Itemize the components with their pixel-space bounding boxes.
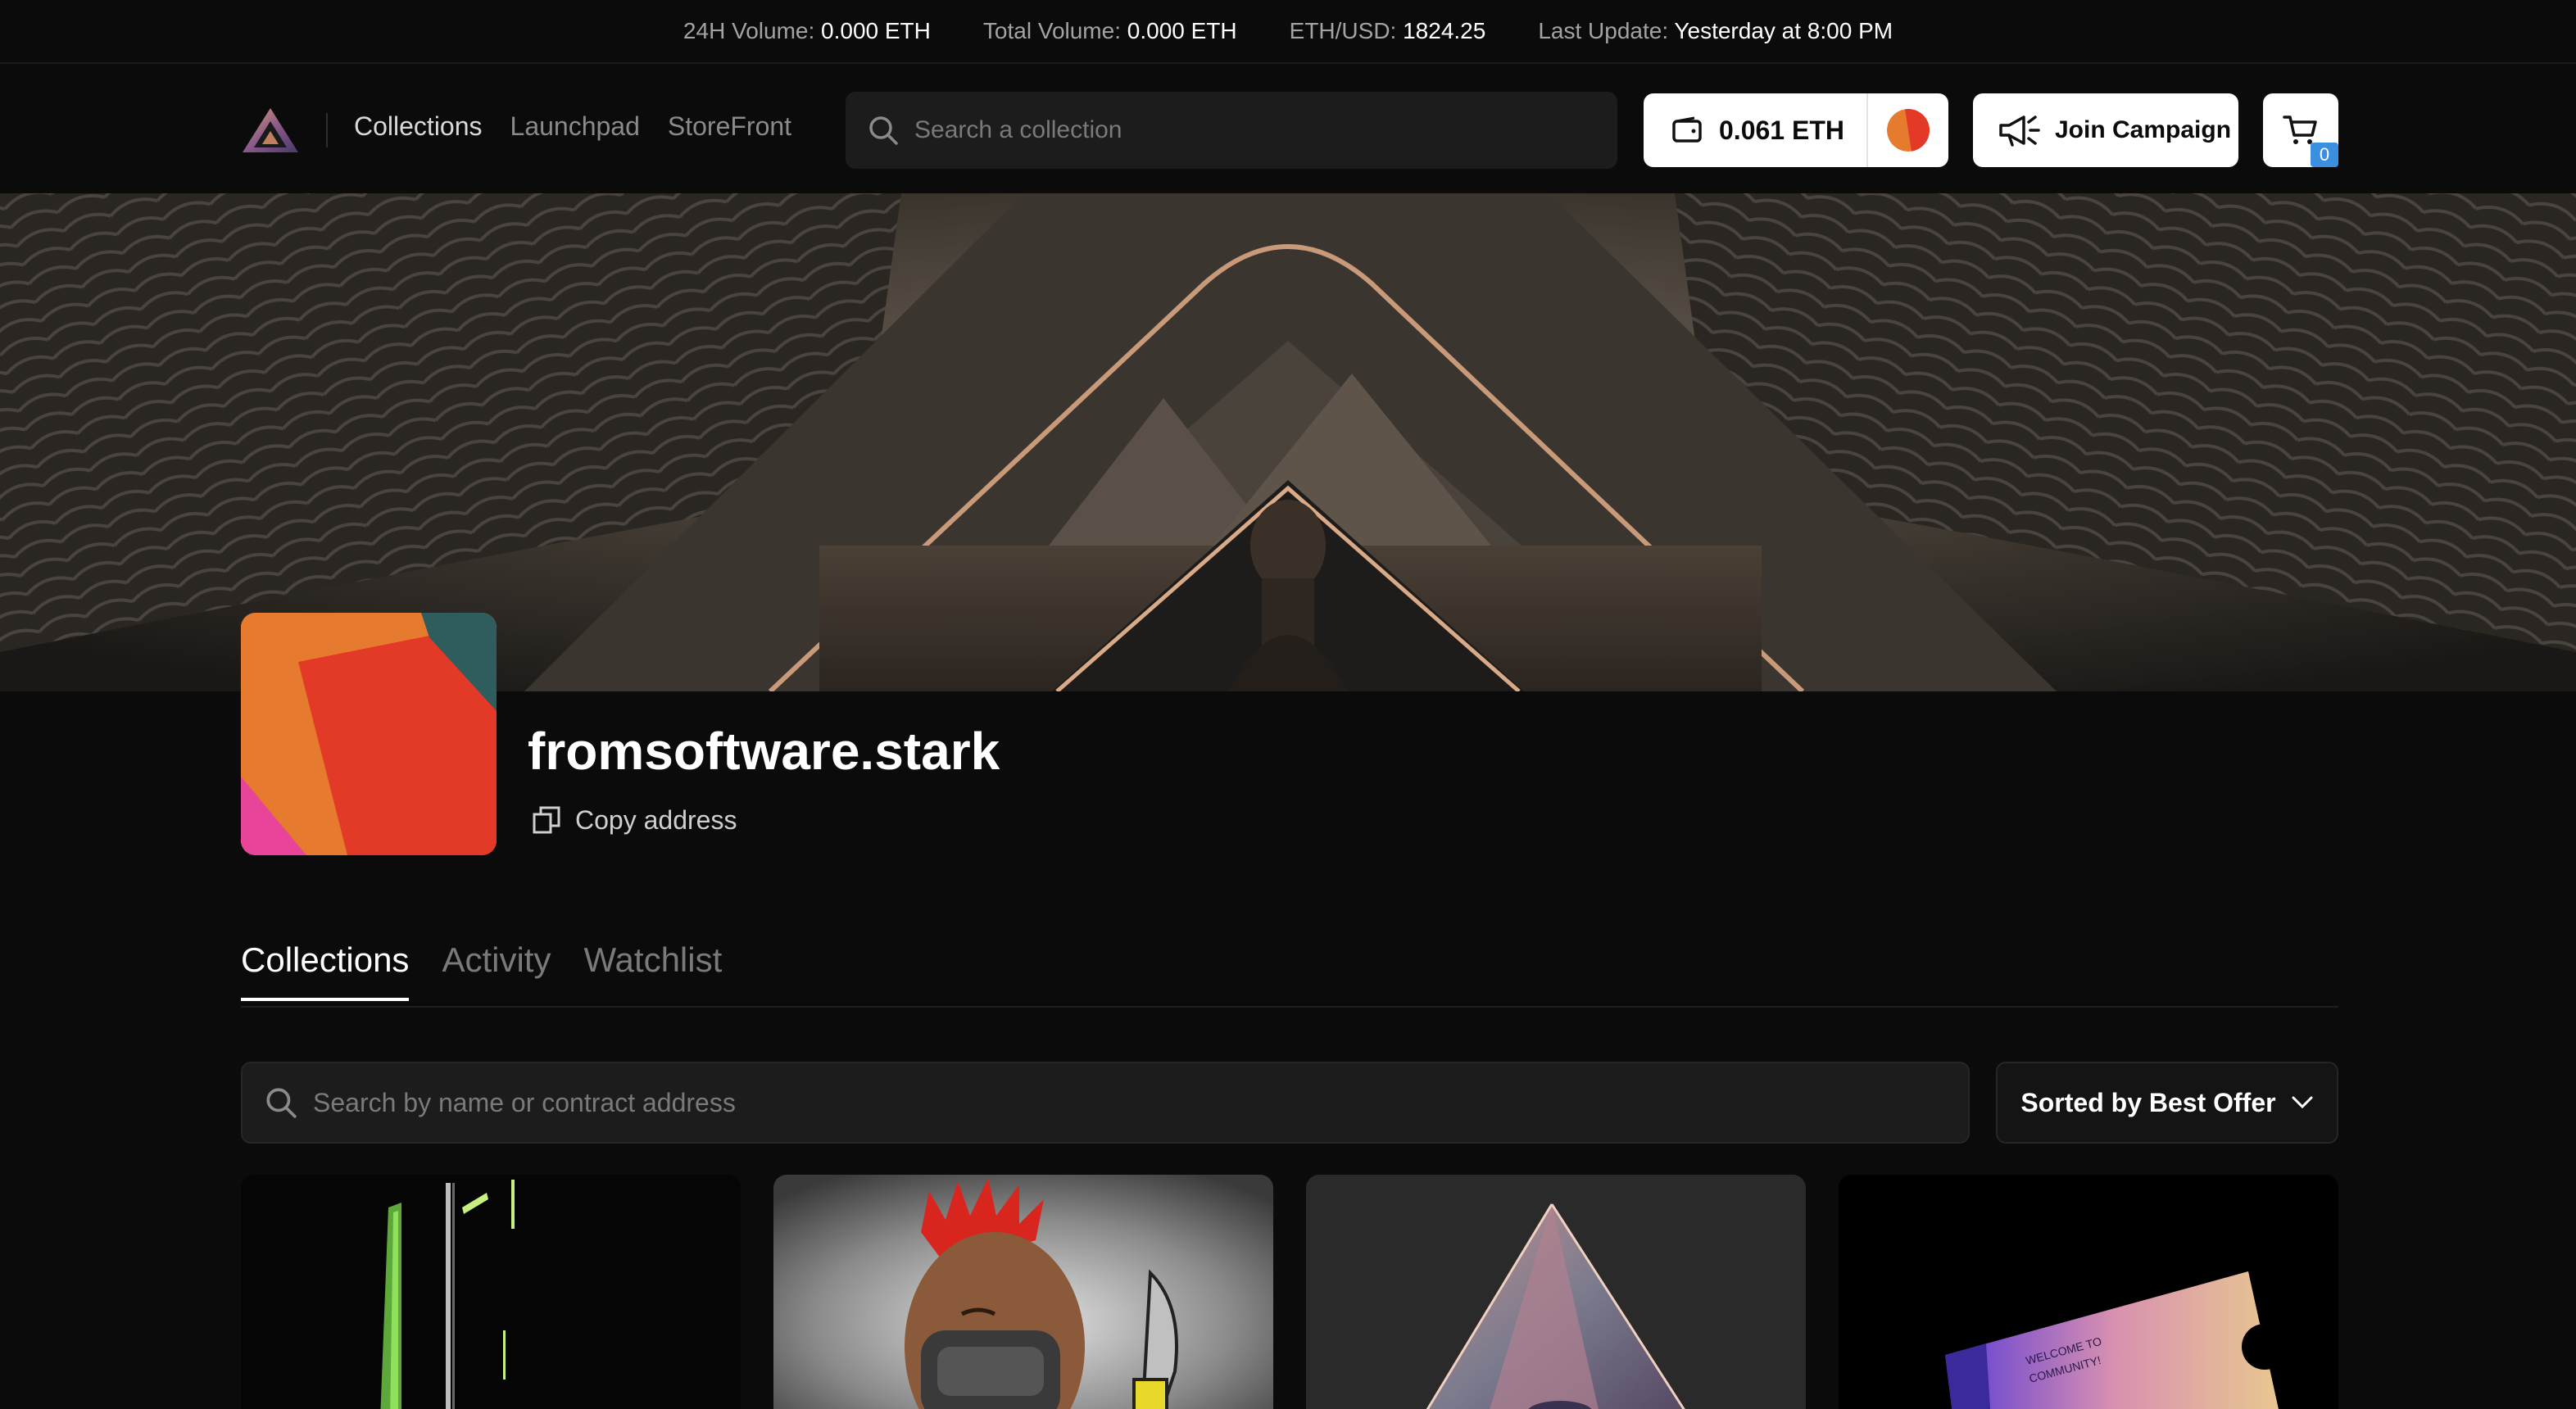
copy-address-button[interactable]: Copy address: [531, 804, 737, 836]
search-placeholder: Search by name or contract address: [313, 1087, 736, 1117]
chevron-down-icon: [2292, 1096, 2313, 1109]
ticker-last-update: Last Update: Yesterday at 8:00 PM: [1538, 18, 1893, 44]
wallet-balance-text: 0.061 ETH: [1719, 115, 1844, 145]
wallet-balance[interactable]: 0.061 ETH: [1644, 116, 1866, 146]
profile-avatar: [241, 613, 497, 855]
cart-count-badge: 0: [2311, 143, 2338, 167]
join-campaign-label: Join Campaign: [2055, 116, 2232, 143]
top-navigation-bar: Collections Launchpad StoreFront Search …: [0, 66, 2576, 193]
ticker-value: 0.000 ETH: [821, 18, 931, 43]
collection-search-input[interactable]: Search a collection: [846, 92, 1617, 169]
tab-activity[interactable]: Activity: [442, 940, 551, 1001]
pyramid-logo-icon: [243, 108, 298, 152]
wallet-button[interactable]: 0.061 ETH: [1644, 93, 1948, 167]
divider: [241, 1006, 2338, 1008]
search-icon: [869, 116, 898, 145]
search-icon: [266, 1088, 297, 1118]
ticker-value: 1824.25: [1403, 18, 1486, 43]
user-avatar: [1887, 109, 1930, 152]
market-ticker-bar: 24H Volume: 0.000 ETH Total Volume: 0.00…: [0, 0, 2576, 64]
collection-card[interactable]: WELCOME TO COMMUNITY!: [1839, 1175, 2338, 1409]
divider: [326, 113, 328, 147]
green-blade-art: [241, 1175, 741, 1409]
tab-watchlist[interactable]: Watchlist: [583, 940, 722, 1001]
ticker-24h-volume: 24H Volume: 0.000 ETH: [683, 18, 931, 44]
abstract-avatar-art: [241, 613, 497, 855]
ticker-value: 0.000 ETH: [1127, 18, 1237, 43]
main-nav: Collections Launchpad StoreFront: [354, 111, 791, 142]
ticker-label: Last Update:: [1538, 18, 1669, 43]
cart-button[interactable]: 0: [2263, 93, 2338, 167]
ticker-total-volume: Total Volume: 0.000 ETH: [983, 18, 1237, 44]
sort-label: Sorted by Best Offer: [2020, 1087, 2276, 1117]
copy-icon: [533, 806, 560, 834]
megaphone-icon: [1999, 116, 2040, 147]
sort-dropdown[interactable]: Sorted by Best Offer: [1996, 1062, 2338, 1144]
nav-item-launchpad[interactable]: Launchpad: [510, 111, 640, 142]
search-placeholder: Search a collection: [914, 116, 1122, 143]
copy-address-label: Copy address: [575, 804, 737, 835]
cart-icon: [2283, 116, 2317, 144]
tab-collections[interactable]: Collections: [241, 940, 410, 1001]
ticker-label: ETH/USD:: [1289, 18, 1397, 43]
ticker-value: Yesterday at 8:00 PM: [1674, 18, 1893, 43]
ticker-eth-usd: ETH/USD: 1824.25: [1290, 18, 1486, 44]
collection-card[interactable]: [241, 1175, 741, 1409]
profile-name: fromsoftware.stark: [528, 722, 1000, 781]
glass-pyramid-art: [1306, 1175, 1806, 1409]
collection-card[interactable]: [773, 1175, 1273, 1409]
site-logo[interactable]: [241, 106, 300, 154]
red-mohawk-warrior-art: [773, 1175, 1273, 1409]
welcome-ticket-art: WELCOME TO COMMUNITY!: [1839, 1175, 2338, 1409]
nav-item-storefront[interactable]: StoreFront: [668, 111, 791, 142]
wallet-icon: [1672, 116, 1702, 143]
nav-item-collections[interactable]: Collections: [354, 111, 483, 142]
join-campaign-button[interactable]: Join Campaign: [1973, 93, 2238, 167]
collection-filter-search-input[interactable]: Search by name or contract address: [241, 1062, 1970, 1144]
ticker-label: Total Volume:: [982, 18, 1121, 43]
profile-tabs: Collections Activity Watchlist: [241, 940, 722, 1001]
ticker-label: 24H Volume:: [683, 18, 815, 43]
account-avatar-button[interactable]: [1868, 109, 1948, 152]
collection-card[interactable]: [1306, 1175, 1806, 1409]
